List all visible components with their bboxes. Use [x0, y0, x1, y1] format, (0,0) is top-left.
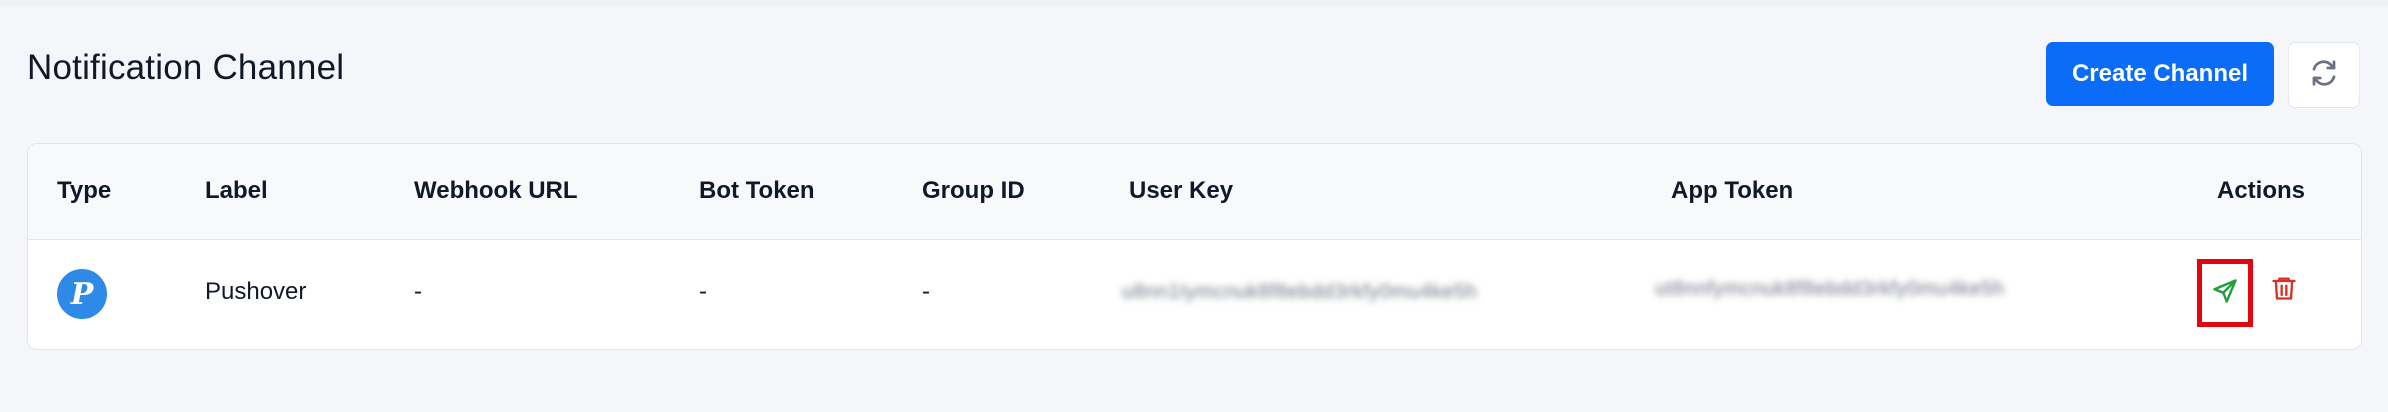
column-group-id: Group ID [922, 177, 1025, 204]
refresh-button[interactable] [2288, 42, 2360, 108]
refresh-icon [2309, 58, 2339, 93]
column-webhook-url: Webhook URL [414, 177, 578, 204]
row-bot-token: - [699, 278, 707, 305]
column-bot-token: Bot Token [699, 177, 815, 204]
row-group-id: - [922, 278, 930, 305]
column-actions: Actions [2217, 177, 2306, 204]
column-type: Type [57, 177, 112, 204]
pushover-icon: P [57, 269, 107, 319]
trash-icon [2270, 273, 2298, 308]
table-header: Type Label Webhook URL Bot Token Group I… [28, 144, 2361, 240]
page-title: Notification Channel [27, 48, 345, 87]
top-strip [0, 0, 2388, 6]
send-test-icon [2211, 277, 2239, 310]
row-app-token: ut8nnfymcnuk8f8ebdd3rkfy0mu4ke5h [1655, 278, 2005, 300]
row-user-key: u8nn1tymcnuk8f8ebdd3rkfy0mu4ke5h [1122, 281, 1478, 303]
row-webhook-url: - [414, 278, 422, 305]
send-test-button[interactable] [2197, 259, 2253, 327]
delete-button[interactable] [2268, 272, 2300, 308]
column-app-token: App Token [1671, 177, 1794, 204]
column-user-key: User Key [1129, 177, 1234, 204]
row-label: Pushover [205, 278, 307, 305]
column-label: Label [205, 177, 268, 204]
channels-table: Type Label Webhook URL Bot Token Group I… [27, 143, 2362, 350]
create-channel-button[interactable]: Create Channel [2046, 42, 2274, 106]
